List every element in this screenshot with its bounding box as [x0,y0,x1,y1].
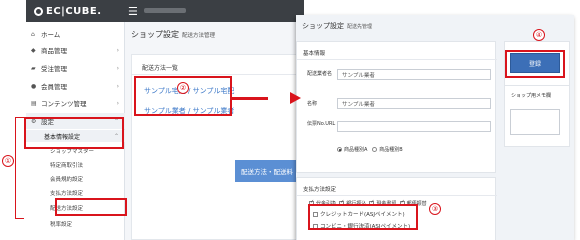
chevron-right-icon: › [116,46,119,54]
delivery-name-input[interactable]: サンプル業者 [337,98,491,109]
basic-info-card: 基本情報 配送業者名 サンプル業者 名称 サンプル業者 伝票No.URL 商品種… [296,41,497,173]
divider [132,74,304,75]
sidebar-sub-tokushoho[interactable]: 特定商取引法 [26,159,125,170]
sidebar-item-content[interactable]: ▤ コンテンツ管理 › [26,95,125,111]
logo-mark-icon [34,6,43,16]
radio-label-b: 商品種別B [379,147,403,153]
divider [297,195,497,196]
delivery-fee-button[interactable]: 配送方法・配送料 [235,160,304,182]
blurred-shop-name [144,8,186,13]
shop-memo-textarea[interactable] [510,109,560,135]
product-type-radios: 商品種別A 商品種別B [337,146,403,153]
page-title: ショップ設定 配送方法管理 [131,29,215,40]
arrow-head-icon [290,92,301,104]
chevron-right-icon: › [116,64,119,72]
card-title: 配送方法一覧 [142,65,179,72]
page-title-text: ショップ設定 [131,30,179,39]
field-label-name: 名称 [307,101,318,107]
marker-4: ④ [533,29,545,41]
page-subtitle: 配送方法管理 [182,33,216,39]
highlight-payment-options [308,204,418,230]
sidebar-item-products[interactable]: ◆ 商品管理 › [26,42,125,58]
sidebar-label: コンテンツ管理 [41,100,87,108]
eccube-logo: EC|CUBE. [34,5,102,17]
highlight-settings [24,117,124,149]
sidebar-item-members[interactable]: ● 会員管理 › [26,78,125,94]
user-icon: ● [31,82,37,90]
radio-label-a: 商品種別A [344,147,368,153]
edit-subtitle: 配送先管理 [347,24,373,30]
divider [297,59,497,60]
tracking-url-input[interactable] [337,121,491,132]
carrier-name-input[interactable]: サンプル業者 [337,69,491,80]
bracket-annotation [15,117,24,219]
chevron-right-icon: › [116,82,119,90]
field-label-carrier: 配送業者名 [307,71,333,77]
home-icon: ⌂ [31,30,35,38]
content-icon: ▤ [31,99,37,107]
highlight-register-button [505,50,565,78]
edit-title-text: ショップ設定 [302,22,344,30]
arrow-line [232,97,268,100]
top-bar: EC|CUBE. ☰ [26,0,304,22]
hamburger-menu-icon[interactable]: ☰ [128,5,138,18]
chevron-right-icon: › [116,99,119,107]
sidebar-item-orders[interactable]: ▰ 受注管理 › [26,60,125,76]
main-area: ショップ設定 配送方法管理 配送方法一覧 サンプル宅配 / サンプル宅配 サンプル… [125,22,304,240]
edit-page-title: ショップ設定 配送先管理 [302,21,372,31]
section-title-basic: 基本情報 [303,51,326,57]
cart-icon: ▰ [31,64,36,72]
marker-2: ② [177,82,189,94]
radio-type-a[interactable] [337,147,342,152]
field-label-tracking-url: 伝票No.URL [307,121,336,127]
sidebar-sub-member-terms[interactable]: 会員規約設定 [26,173,125,184]
radio-type-b[interactable] [372,147,378,152]
marker-1: ① [2,155,14,167]
memo-title: ショップ用メモ欄 [511,93,552,99]
tag-icon: ◆ [31,46,36,54]
logo-text: EC|CUBE. [46,5,102,17]
sidebar-sub-tax[interactable]: 税率設定 [26,218,125,229]
highlight-delivery-setting [55,198,127,216]
sidebar-sub-payment[interactable]: 支払方法設定 [26,187,125,198]
sidebar-label: ホーム [41,31,61,39]
sidebar-label: 商品管理 [41,47,67,55]
section-title-payment: 支払方法設定 [303,187,337,193]
sidebar-label: 会員管理 [41,83,67,91]
sidebar-label: 受注管理 [41,65,67,73]
sidebar-item-home[interactable]: ⌂ ホーム [26,26,125,42]
marker-3: ③ [429,203,441,215]
